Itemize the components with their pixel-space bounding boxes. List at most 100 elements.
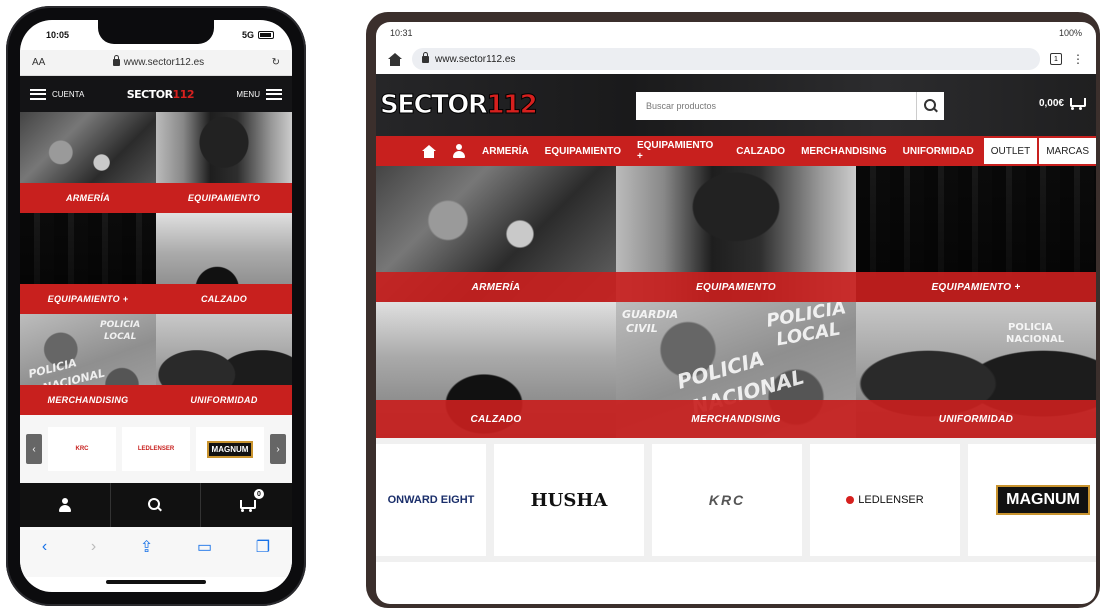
nav-home[interactable] — [414, 136, 444, 166]
nav-item-equipamiento[interactable]: EQUIPAMIENTO — [537, 136, 629, 166]
category-tile-equipamiento[interactable]: EQUIPAMIENTO — [156, 112, 292, 213]
magnum-label: MAGNUM — [996, 485, 1090, 515]
battery-level: 100% — [1058, 28, 1082, 38]
text-size-button[interactable]: AA — [32, 57, 45, 68]
nav-account[interactable] — [444, 136, 474, 166]
category-label: ARMERÍA — [20, 183, 156, 213]
user-icon — [58, 498, 72, 512]
home-icon — [422, 144, 436, 158]
search-icon — [923, 99, 938, 113]
phone-frame: 10:05 5G AA www.sector112.es ↻ CUENTA SE… — [6, 6, 306, 606]
bookmarks-button[interactable]: ▭ — [197, 537, 212, 557]
tablet-screen: 10:31 100% www.sector112.es 1 ⋮ SECTOR11… — [376, 22, 1096, 604]
brand-logo-onward-eight[interactable]: ONWARD EIGHT — [376, 444, 486, 556]
search-button[interactable] — [916, 92, 944, 120]
hamburger-icon — [30, 88, 46, 100]
account-menu-button[interactable]: CUENTA — [30, 88, 85, 100]
reload-icon[interactable]: ↻ — [272, 57, 280, 68]
home-icon[interactable] — [388, 52, 402, 66]
tablet-site-header: SECTOR112 Buscar productos 0,00€ — [376, 74, 1096, 136]
url-field[interactable]: www.sector112.es — [412, 48, 1040, 70]
carousel-next-button[interactable]: › — [270, 434, 286, 464]
network-label: 5G — [241, 30, 254, 40]
phone-category-grid: ARMERÍA EQUIPAMIENTO EQUIPAMIENTO + CALZ… — [20, 112, 292, 415]
user-icon — [452, 144, 466, 158]
menu-label: MENU — [236, 89, 260, 99]
cart-button[interactable]: 0,00€ — [1039, 96, 1086, 110]
forward-button[interactable]: › — [91, 538, 96, 556]
photo-text-guardia: GUARDIA — [622, 308, 679, 321]
browser-menu-icon[interactable]: ⋮ — [1072, 52, 1084, 66]
cart-icon — [238, 498, 256, 512]
category-label: ARMERÍA — [376, 272, 616, 302]
nav-item-outlet[interactable]: OUTLET — [983, 138, 1038, 164]
site-logo[interactable]: SECTOR112 — [379, 90, 538, 121]
category-tile-uniformidad[interactable]: UNIFORMIDAD — [156, 314, 292, 415]
search-input[interactable]: Buscar productos — [636, 92, 916, 120]
account-tab[interactable] — [20, 483, 111, 527]
safari-toolbar: ‹ › ⇪ ▭ ❐ — [20, 527, 292, 577]
category-tile-equipamiento[interactable]: EQUIPAMIENTO — [616, 166, 856, 302]
category-label: UNIFORMIDAD — [856, 400, 1096, 438]
nav-item-merchandising[interactable]: MERCHANDISING — [793, 136, 895, 166]
category-tile-merchandising[interactable]: POLICIA NACIONAL POLICIA LOCAL MERCHANDI… — [20, 314, 156, 415]
nav-item-equipamiento-plus[interactable]: EQUIPAMIENTO + — [629, 136, 728, 166]
cart-count-badge: 0 — [253, 489, 264, 499]
url-text[interactable]: www.sector112.es — [124, 57, 204, 68]
category-tile-calzado[interactable]: CALZADO — [376, 302, 616, 438]
category-label: EQUIPAMIENTO — [156, 183, 292, 213]
category-label: UNIFORMIDAD — [156, 385, 292, 415]
photo-text-local: LOCAL — [104, 332, 137, 342]
phone-address-bar[interactable]: AA www.sector112.es ↻ — [20, 50, 292, 76]
brand-carousel: ‹ KRC LEDLENSER MAGNUM › — [20, 415, 292, 483]
account-label: CUENTA — [52, 89, 85, 99]
status-time: 10:31 — [390, 28, 413, 38]
main-navigation: ARMERÍA EQUIPAMIENTO EQUIPAMIENTO + CALZ… — [376, 136, 1096, 166]
brand-logo-krc[interactable]: KRC — [652, 444, 802, 556]
search-tab[interactable] — [111, 483, 202, 527]
nav-item-uniformidad[interactable]: UNIFORMIDAD — [895, 136, 982, 166]
brand-strip: ONWARD EIGHT HUSHA KRC LEDLENSER MAGNUM — [376, 438, 1096, 562]
photo-text-civil: CIVIL — [626, 322, 658, 335]
category-tile-uniformidad[interactable]: POLICIA NACIONAL UNIFORMIDAD — [856, 302, 1096, 438]
logo-accent-text: 112 — [172, 87, 195, 101]
ledlenser-label: LEDLENSER — [858, 494, 924, 506]
brand-logo-ledlenser[interactable]: LEDLENSER — [810, 444, 960, 556]
category-label: CALZADO — [376, 400, 616, 438]
brand-logo-husha[interactable]: HUSHA — [494, 444, 644, 556]
tablet-status-bar: 10:31 100% — [376, 22, 1096, 44]
phone-site-header: CUENTA SECTOR112 MENU — [20, 76, 292, 112]
share-button[interactable]: ⇪ — [140, 537, 153, 557]
photo-text-policia: POLICIA — [1008, 322, 1053, 333]
main-menu-button[interactable]: MENU — [236, 88, 282, 100]
nav-item-armeria[interactable]: ARMERÍA — [474, 136, 537, 166]
category-tile-equipamiento-plus[interactable]: EQUIPAMIENTO + — [856, 166, 1096, 302]
category-tile-armeria[interactable]: ARMERÍA — [20, 112, 156, 213]
url-text: www.sector112.es — [435, 53, 516, 65]
site-logo[interactable]: SECTOR112 — [127, 87, 195, 101]
brand-logo-magnum[interactable]: MAGNUM — [968, 444, 1096, 556]
back-button[interactable]: ‹ — [42, 538, 47, 556]
nav-item-calzado[interactable]: CALZADO — [728, 136, 793, 166]
brand-logo-krc[interactable]: KRC — [48, 427, 116, 471]
tab-count-button[interactable]: 1 — [1050, 53, 1062, 65]
hamburger-icon — [265, 88, 282, 100]
tabs-button[interactable]: ❐ — [256, 537, 270, 557]
carousel-prev-button[interactable]: ‹ — [26, 434, 42, 464]
category-tile-armeria[interactable]: ARMERÍA — [376, 166, 616, 302]
brand-logo-ledlenser[interactable]: LEDLENSER — [122, 427, 190, 471]
magnum-label: MAGNUM — [206, 440, 254, 458]
category-label: EQUIPAMIENTO + — [20, 284, 156, 314]
cart-tab[interactable]: 0 — [201, 483, 292, 527]
brand-logo-magnum[interactable]: MAGNUM — [196, 427, 264, 471]
nav-item-marcas[interactable]: MARCAS — [1039, 138, 1096, 164]
cart-icon — [1068, 96, 1086, 110]
tablet-category-grid: ARMERÍA EQUIPAMIENTO EQUIPAMIENTO + CALZ… — [376, 166, 1096, 438]
category-tile-calzado[interactable]: CALZADO — [156, 213, 292, 314]
search-icon — [148, 498, 162, 512]
search-box: Buscar productos — [636, 92, 944, 120]
category-tile-merchandising[interactable]: GUARDIA CIVIL POLICIA LOCAL POLICIA NACI… — [616, 302, 856, 438]
category-label: CALZADO — [156, 284, 292, 314]
logo-accent-text: 112 — [486, 90, 538, 121]
category-tile-equipamiento-plus[interactable]: EQUIPAMIENTO + — [20, 213, 156, 314]
